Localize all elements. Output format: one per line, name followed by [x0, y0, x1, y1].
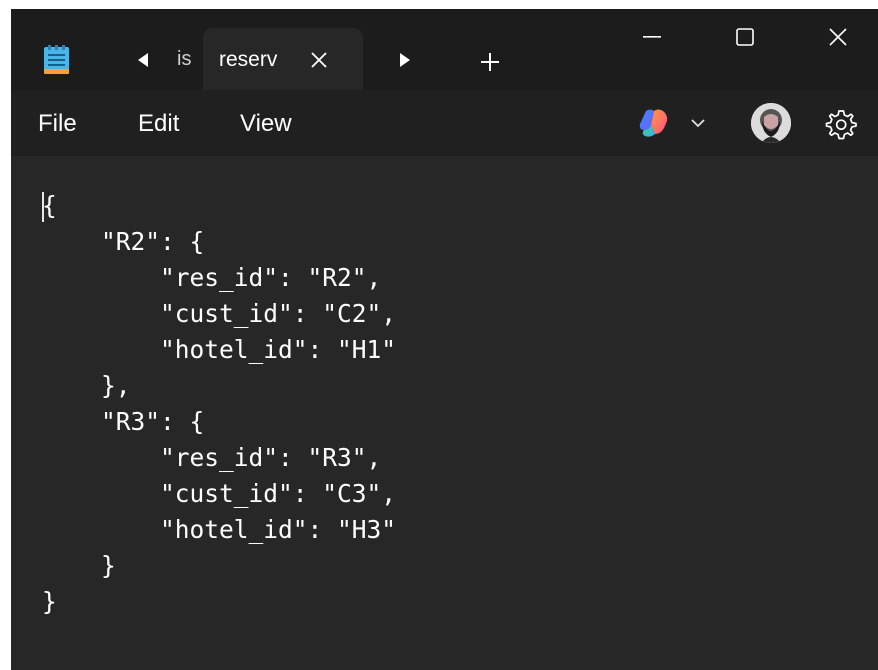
scroll-tabs-left-button[interactable] — [123, 40, 163, 80]
close-window-button[interactable] — [791, 9, 878, 65]
code-line: } — [42, 587, 57, 616]
caret-right-icon — [400, 53, 410, 67]
new-tab-button[interactable] — [471, 47, 509, 77]
avatar[interactable] — [751, 103, 791, 143]
code-line: "R2": { — [42, 227, 205, 256]
tab-title: reserv — [219, 48, 278, 71]
menu-view[interactable]: View — [240, 109, 292, 139]
code-line: "cust_id": "C2", — [42, 299, 397, 328]
code-line: } — [42, 551, 116, 580]
gear-icon[interactable] — [825, 108, 857, 140]
plus-icon — [481, 53, 499, 71]
maximize-button[interactable] — [698, 9, 792, 65]
close-tab-button[interactable] — [306, 47, 332, 73]
maximize-icon — [736, 28, 754, 46]
code-line: }, — [42, 371, 131, 400]
code-line: { — [42, 191, 57, 220]
code-line: "hotel_id": "H1" — [42, 335, 397, 364]
code-line: "hotel_id": "H3" — [42, 515, 397, 544]
minimize-icon — [643, 36, 661, 38]
copilot-icon[interactable] — [637, 108, 671, 138]
close-icon — [311, 52, 327, 68]
title-bar: is reserv — [11, 9, 878, 90]
menu-file[interactable]: File — [38, 109, 77, 139]
profile-picture — [751, 103, 791, 143]
close-icon — [829, 28, 847, 46]
minimize-button[interactable] — [605, 9, 699, 65]
tab-reservations[interactable]: reserv — [203, 28, 363, 90]
code-line: "R3": { — [42, 407, 205, 436]
chevron-down-icon[interactable] — [689, 116, 707, 130]
notepad-window: is reserv File Edit View {"R2": {"res_… — [11, 9, 878, 670]
menu-bar: File Edit View — [11, 90, 878, 156]
code-line: "cust_id": "C3", — [42, 479, 397, 508]
code-line: "res_id": "R3", — [42, 443, 382, 472]
tab-partial[interactable]: is — [177, 47, 191, 71]
scroll-tabs-right-button[interactable] — [385, 40, 425, 80]
menu-edit[interactable]: Edit — [138, 109, 179, 139]
text-editor[interactable]: { "R2": { "res_id": "R2", "cust_id": "C2… — [11, 156, 878, 670]
caret-left-icon — [138, 53, 148, 67]
notepad-icon — [44, 45, 69, 74]
code-line: "res_id": "R2", — [42, 263, 382, 292]
